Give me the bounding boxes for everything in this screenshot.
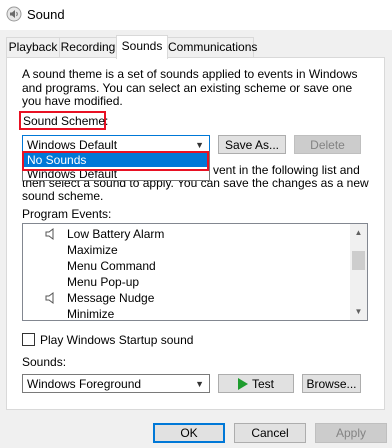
speaker-icon <box>6 6 22 22</box>
list-item-label: Menu Command <box>67 259 156 273</box>
program-events-label: Program Events: <box>22 207 112 221</box>
list-item-label: Maximize <box>67 243 118 257</box>
sounds-value: Windows Foreground <box>27 377 142 391</box>
scroll-thumb[interactable] <box>352 251 365 270</box>
play-icon <box>237 378 248 391</box>
sound-scheme-value: Windows Default <box>27 138 118 152</box>
browse-button[interactable]: Browse... <box>302 374 361 393</box>
tab-recording[interactable]: Recording <box>59 37 117 57</box>
ok-button[interactable]: OK <box>153 423 225 443</box>
save-as-button[interactable]: Save As... <box>218 135 286 154</box>
tab-playback[interactable]: Playback <box>6 37 60 57</box>
window-title: Sound <box>27 7 65 22</box>
apply-button: Apply <box>315 423 387 443</box>
tab-label: Sounds <box>121 39 163 53</box>
tab-label: Communications <box>168 40 258 54</box>
list-item[interactable]: Minimize <box>23 306 351 321</box>
list-item[interactable]: Menu Command <box>23 258 351 274</box>
no-sounds-highlight <box>22 151 209 171</box>
change-text-line3: sound scheme. <box>22 189 104 203</box>
speaker-icon <box>45 292 54 304</box>
startup-sound-checkbox[interactable] <box>22 333 35 346</box>
speaker-icon <box>45 228 54 240</box>
list-item-label: Message Nudge <box>67 291 155 305</box>
scroll-up-icon[interactable]: ▲ <box>350 224 367 241</box>
chevron-down-icon: ▼ <box>195 140 204 150</box>
list-item-label: Minimize <box>67 307 115 321</box>
scroll-down-icon[interactable]: ▼ <box>350 303 367 320</box>
scheme-description: A sound theme is a set of sounds applied… <box>22 67 358 108</box>
sound-scheme-label: Sound Scheme: <box>23 114 109 128</box>
list-item[interactable]: Maximize <box>23 242 351 258</box>
list-item[interactable]: Message Nudge <box>23 290 351 306</box>
tab-label: Recording <box>60 40 116 54</box>
startup-sound-label: Play Windows Startup sound <box>40 333 194 347</box>
change-text-line1: vent in the following list and <box>213 163 360 177</box>
list-item[interactable]: Low Battery Alarm <box>23 226 351 242</box>
delete-button: Delete <box>294 135 361 154</box>
cancel-button[interactable]: Cancel <box>234 423 306 443</box>
events-scrollbar[interactable]: ▲ ▼ <box>350 224 367 320</box>
title-bar: Sound <box>0 0 392 30</box>
program-events-list[interactable]: Low Battery Alarm Maximize Menu Command … <box>22 223 368 321</box>
test-button[interactable]: Test <box>218 374 294 393</box>
tab-sounds[interactable]: Sounds <box>116 35 168 59</box>
sounds-select[interactable]: Windows Foreground ▼ <box>22 374 210 393</box>
list-item[interactable]: Menu Pop-up <box>23 274 351 290</box>
list-item-label: Menu Pop-up <box>67 275 140 289</box>
chevron-down-icon: ▼ <box>195 379 204 389</box>
sounds-label: Sounds: <box>22 355 67 369</box>
tab-communications[interactable]: Communications <box>167 37 258 57</box>
test-label: Test <box>251 376 274 391</box>
list-item-label: Low Battery Alarm <box>67 227 165 241</box>
tab-label: Playback <box>8 40 58 54</box>
